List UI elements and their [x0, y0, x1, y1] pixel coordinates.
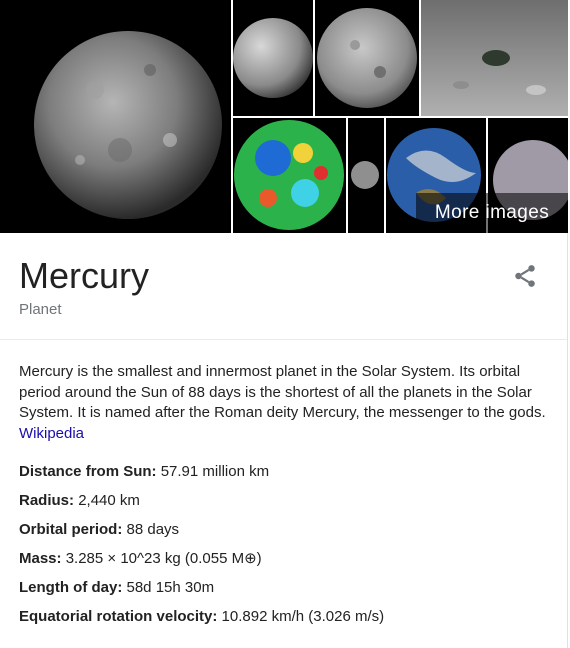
mercury-topography-thumbnail[interactable] [233, 118, 346, 233]
fact-value: 58d 15h 30m [126, 579, 215, 596]
fact-equatorial-rotation-velocity: Equatorial rotation velocity: 10.892 km/… [19, 602, 548, 631]
entity-type: Planet [19, 301, 62, 318]
fact-label[interactable]: Radius: [19, 492, 74, 509]
knowledge-panel: More images Mercury Planet Mercury is th… [0, 0, 568, 648]
entity-description: Mercury is the smallest and innermost pl… [19, 362, 548, 444]
fact-label[interactable]: Mass: [19, 550, 62, 567]
wikipedia-link[interactable]: Wikipedia [19, 425, 84, 442]
more-images-button[interactable]: More images [416, 193, 568, 233]
description-text: Mercury is the smallest and innermost pl… [19, 363, 546, 421]
fact-value: 3.285 × 10^23 kg (0.055 M⊕) [65, 550, 262, 567]
fact-length-of-day: Length of day: 58d 15h 30m [19, 573, 548, 602]
fact-value: 57.91 million km [160, 463, 270, 480]
share-icon[interactable] [512, 263, 538, 289]
panel-body: Mercury is the smallest and innermost pl… [0, 340, 567, 631]
facts-list: Distance from Sun: 57.91 million km Radi… [19, 457, 548, 631]
fact-label[interactable]: Equatorial rotation velocity: [19, 608, 217, 625]
mercury-thumbnail-1[interactable] [233, 0, 313, 116]
mercury-surface-thumbnail[interactable] [421, 0, 568, 116]
fact-radius: Radius: 2,440 km [19, 486, 548, 515]
fact-orbital-period: Orbital period: 88 days [19, 515, 548, 544]
mercury-size-thumbnail[interactable] [348, 118, 384, 233]
panel-header: Mercury Planet [0, 233, 567, 340]
mercury-main-image[interactable] [0, 0, 231, 233]
fact-label[interactable]: Distance from Sun: [19, 463, 157, 480]
fact-distance-from-sun: Distance from Sun: 57.91 million km [19, 457, 548, 486]
fact-value: 10.892 km/h (3.026 m/s) [221, 608, 385, 625]
image-gallery: More images [0, 0, 568, 233]
fact-value: 88 days [126, 521, 180, 538]
fact-mass: Mass: 3.285 × 10^23 kg (0.055 M⊕) [19, 544, 548, 573]
fact-label[interactable]: Orbital period: [19, 521, 122, 538]
mercury-thumbnail-2[interactable] [315, 0, 419, 116]
fact-value: 2,440 km [78, 492, 140, 509]
fact-label[interactable]: Length of day: [19, 579, 122, 596]
entity-title: Mercury [19, 255, 150, 296]
